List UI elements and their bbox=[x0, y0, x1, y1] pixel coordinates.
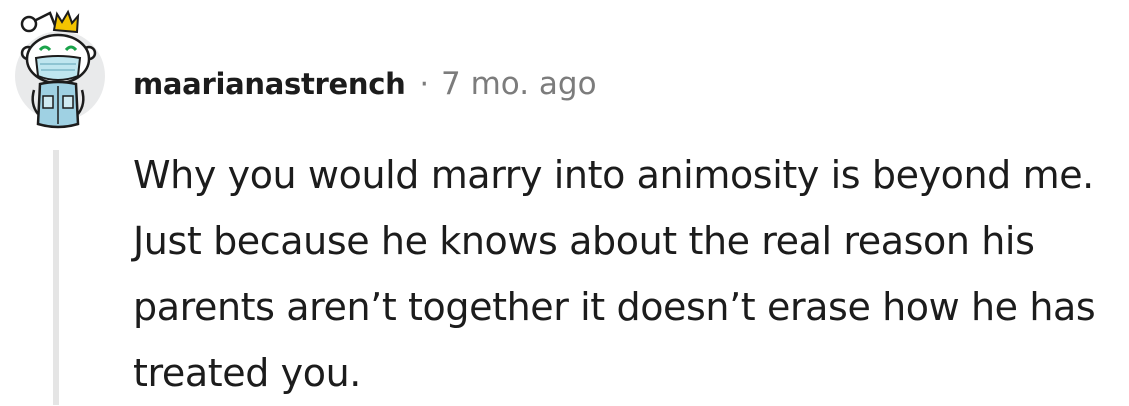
snoo-antenna-icon bbox=[20, 11, 58, 33]
comment-body: Why you would marry into animosity is be… bbox=[133, 153, 1096, 395]
avatar[interactable] bbox=[10, 6, 108, 132]
comment-author[interactable]: maarianastrench bbox=[133, 67, 406, 101]
meta-separator: · bbox=[419, 66, 430, 102]
comment-timestamp[interactable]: 7 mo. ago bbox=[441, 66, 597, 102]
crown-icon bbox=[52, 9, 80, 34]
thread-line[interactable] bbox=[53, 150, 59, 405]
comment-meta: maarianastrench · 7 mo. ago bbox=[133, 62, 597, 106]
snoo-body-icon bbox=[31, 80, 85, 129]
